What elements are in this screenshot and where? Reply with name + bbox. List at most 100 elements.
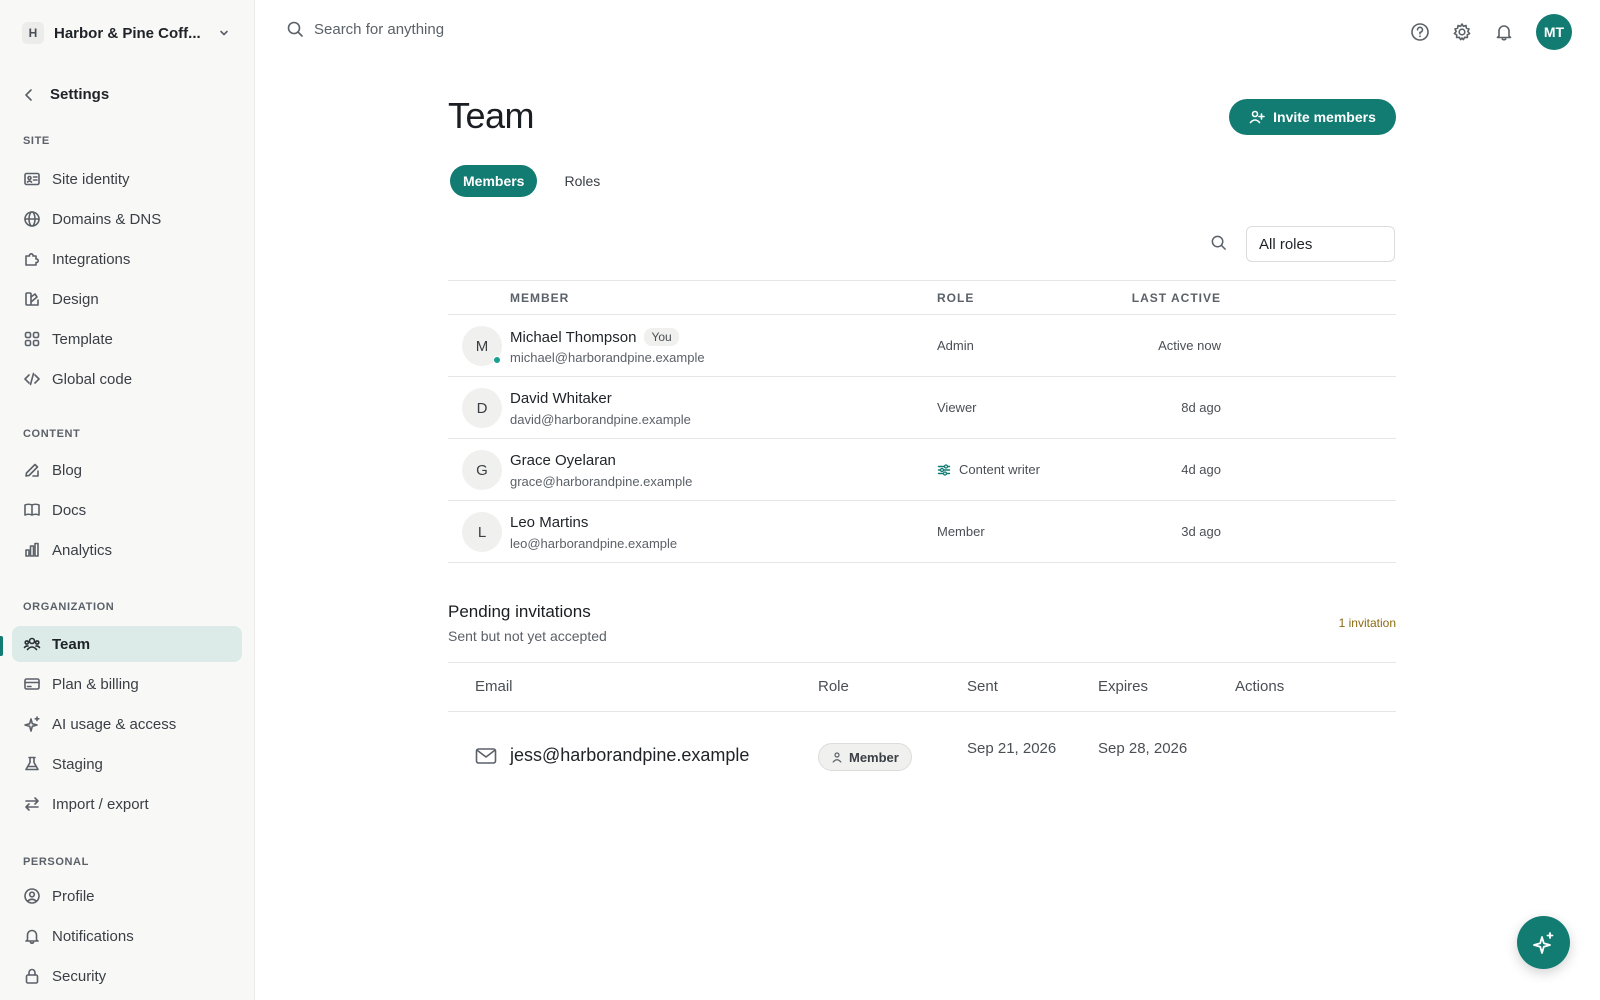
member-search-icon[interactable] bbox=[1210, 234, 1227, 251]
user-icon bbox=[831, 751, 843, 763]
lock-icon bbox=[23, 967, 41, 985]
section-label-site: SITE bbox=[23, 135, 50, 147]
user-circle-icon bbox=[23, 887, 41, 905]
member-avatar: G bbox=[462, 450, 502, 490]
header-expires: Expires bbox=[1098, 678, 1149, 695]
section-label-personal: PERSONAL bbox=[23, 856, 89, 868]
sidebar-item-docs[interactable]: Docs bbox=[12, 492, 242, 528]
back-to-settings[interactable]: Settings bbox=[22, 86, 109, 103]
template-icon bbox=[23, 330, 41, 348]
sidebar-item-integrations[interactable]: Integrations bbox=[12, 241, 242, 277]
tab-members[interactable]: Members bbox=[450, 165, 538, 197]
table-row[interactable]: D David Whitaker david@harborandpine.exa… bbox=[448, 377, 1396, 439]
gear-icon[interactable] bbox=[1452, 22, 1472, 42]
sidebar-item-staging[interactable]: Staging bbox=[12, 746, 242, 782]
header-actions: Actions bbox=[1235, 678, 1285, 695]
workspace-switcher[interactable]: H Harbor & Pine Coff... bbox=[12, 18, 240, 48]
sidebar-item-domains-dns[interactable]: Domains & DNS bbox=[12, 201, 242, 237]
table-row[interactable]: L Leo Martins leo@harborandpine.example … bbox=[448, 501, 1396, 563]
member-name: David Whitaker bbox=[510, 390, 612, 407]
book-icon bbox=[23, 501, 41, 519]
invite-sent-date: Sep 21, 2026 bbox=[967, 740, 1057, 757]
invite-role-badge: Member bbox=[818, 743, 912, 771]
member-email: michael@harborandpine.example bbox=[510, 350, 705, 365]
mail-icon bbox=[475, 747, 497, 765]
member-email: grace@harborandpine.example bbox=[510, 474, 693, 489]
table-row[interactable]: M Michael Thompson You michael@harborand… bbox=[448, 315, 1396, 377]
header-role: ROLE bbox=[937, 291, 975, 305]
flask-icon bbox=[23, 755, 41, 773]
member-email: david@harborandpine.example bbox=[510, 412, 691, 427]
sidebar-item-global-code[interactable]: Global code bbox=[12, 361, 242, 397]
active-indicator bbox=[0, 636, 3, 656]
member-role: Admin bbox=[937, 338, 974, 353]
table-row[interactable]: G Grace Oyelaran grace@harborandpine.exa… bbox=[448, 439, 1396, 501]
header-sent: Sent bbox=[967, 678, 998, 695]
member-last-active: 3d ago bbox=[1181, 524, 1221, 539]
code-icon bbox=[23, 370, 41, 388]
chevron-left-icon bbox=[22, 88, 36, 102]
you-badge: You bbox=[644, 328, 679, 346]
role-filter-select[interactable]: All roles bbox=[1246, 226, 1395, 262]
pending-table-header: Email Role Sent Expires Actions bbox=[448, 662, 1396, 712]
puzzle-icon bbox=[23, 250, 41, 268]
search-input[interactable] bbox=[314, 20, 614, 38]
sidebar-item-profile[interactable]: Profile bbox=[12, 878, 242, 914]
pending-invitations-table: Email Role Sent Expires Actions jess@har… bbox=[448, 662, 1396, 804]
workspace-badge: H bbox=[22, 22, 44, 44]
sidebar-item-site-identity[interactable]: Site identity bbox=[12, 161, 242, 197]
member-role: Viewer bbox=[937, 400, 977, 415]
sidebar-item-team[interactable]: Team bbox=[12, 626, 242, 662]
member-role: Member bbox=[937, 524, 985, 539]
tabs: Members Roles bbox=[450, 165, 613, 197]
sidebar-item-analytics[interactable]: Analytics bbox=[12, 532, 242, 568]
members-table: MEMBER ROLE LAST ACTIVE M Michael Thomps… bbox=[448, 280, 1396, 563]
members-table-header: MEMBER ROLE LAST ACTIVE bbox=[448, 280, 1396, 315]
tab-roles[interactable]: Roles bbox=[551, 165, 613, 197]
header-role: Role bbox=[818, 678, 849, 695]
ai-assistant-button[interactable] bbox=[1517, 916, 1570, 969]
global-search bbox=[286, 20, 614, 38]
sparkles-icon bbox=[1532, 931, 1556, 955]
search-icon bbox=[286, 20, 304, 38]
top-actions: MT bbox=[1410, 14, 1572, 50]
arrows-icon bbox=[23, 795, 41, 813]
palette-icon bbox=[23, 290, 41, 308]
invite-email: jess@harborandpine.example bbox=[510, 745, 750, 765]
pending-count-badge: 1 invitation bbox=[1338, 616, 1396, 630]
member-avatar: L bbox=[462, 512, 502, 552]
header-last-active: LAST ACTIVE bbox=[1131, 291, 1221, 305]
section-label-content: CONTENT bbox=[23, 428, 81, 440]
chevron-down-icon bbox=[218, 27, 230, 39]
member-last-active: Active now bbox=[1158, 338, 1221, 353]
member-name: Leo Martins bbox=[510, 514, 589, 531]
sidebar-item-design[interactable]: Design bbox=[12, 281, 242, 317]
member-name: Grace Oyelaran bbox=[510, 452, 616, 469]
invite-expires-date: Sep 28, 2026 bbox=[1098, 740, 1188, 757]
sidebar-item-blog[interactable]: Blog bbox=[12, 452, 242, 488]
sidebar-item-plan-billing[interactable]: Plan & billing bbox=[12, 666, 242, 702]
notification-bell-icon[interactable] bbox=[1494, 22, 1514, 42]
sliders-icon bbox=[937, 463, 951, 477]
id-card-icon bbox=[23, 170, 41, 188]
bar-chart-icon bbox=[23, 541, 41, 559]
member-last-active: 8d ago bbox=[1181, 400, 1221, 415]
sidebar: H Harbor & Pine Coff... Settings SITE Si… bbox=[0, 0, 255, 1000]
help-icon[interactable] bbox=[1410, 22, 1430, 42]
sidebar-item-notifications[interactable]: Notifications bbox=[12, 918, 242, 954]
pending-invitations-title: Pending invitations bbox=[448, 602, 591, 621]
workspace-name: Harbor & Pine Coff... bbox=[54, 24, 201, 42]
member-avatar: D bbox=[462, 388, 502, 428]
credit-card-icon bbox=[23, 675, 41, 693]
member-email: leo@harborandpine.example bbox=[510, 536, 678, 551]
sidebar-item-template[interactable]: Template bbox=[12, 321, 242, 357]
sidebar-item-ai-usage[interactable]: AI usage & access bbox=[12, 706, 242, 742]
sidebar-item-security[interactable]: Security bbox=[12, 958, 242, 994]
user-avatar[interactable]: MT bbox=[1536, 14, 1572, 50]
back-label: Settings bbox=[50, 86, 110, 103]
invite-members-button[interactable]: Invite members bbox=[1229, 99, 1396, 135]
page-title: Team bbox=[448, 95, 535, 136]
globe-icon bbox=[23, 210, 41, 228]
sidebar-item-import-export[interactable]: Import / export bbox=[12, 786, 242, 822]
bell-icon bbox=[23, 927, 41, 945]
